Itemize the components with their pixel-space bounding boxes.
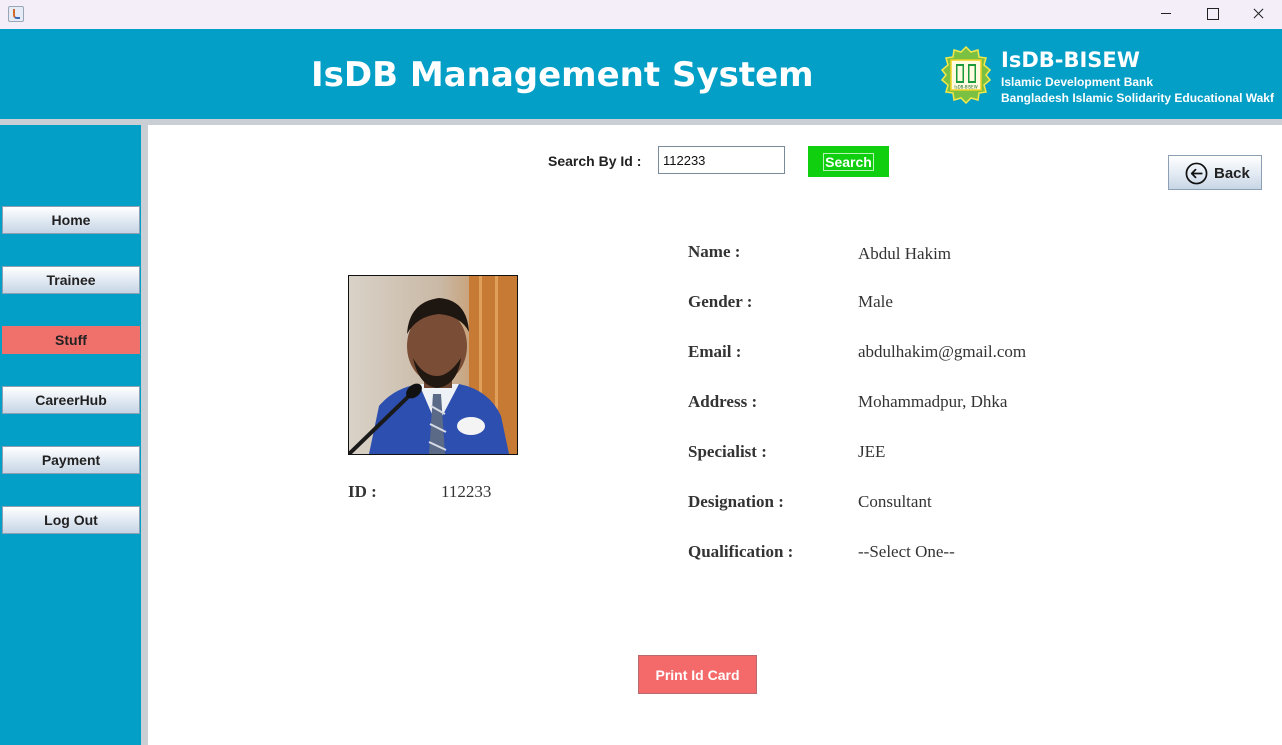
specialist-value: JEE: [858, 442, 886, 461]
sidebar-item-home[interactable]: Home: [2, 206, 140, 234]
close-icon[interactable]: [1235, 0, 1281, 29]
search-button[interactable]: Search: [808, 146, 889, 177]
sidebar-item-stuff[interactable]: Stuff: [2, 326, 140, 354]
minimize-icon[interactable]: [1142, 0, 1188, 29]
sidebar-item-logout[interactable]: Log Out: [2, 506, 140, 534]
email-label: Email :: [688, 342, 742, 361]
qualification-value: --Select One--: [858, 542, 955, 561]
app-title: IsDB Management System: [311, 55, 814, 95]
back-button[interactable]: Back: [1168, 155, 1262, 190]
search-button-label: Search: [823, 152, 874, 171]
print-id-card-button[interactable]: Print Id Card: [638, 655, 757, 694]
name-value: Abdul Hakim: [858, 244, 952, 263]
back-button-label: Back: [1214, 165, 1250, 182]
sidebar-item-careerhub[interactable]: CareerHub: [2, 386, 140, 414]
sidebar: Home Trainee Stuff CareerHub Payment Log…: [0, 125, 141, 745]
id-value: 112233: [441, 482, 492, 501]
sidebar-item-payment[interactable]: Payment: [2, 446, 140, 474]
brand-subtitle-2: Bangladesh Islamic Solidarity Educationa…: [1001, 91, 1274, 105]
sidebar-item-trainee[interactable]: Trainee: [2, 266, 140, 294]
sidebar-separator: [141, 125, 148, 745]
header-divider: [0, 119, 1282, 125]
id-label: ID :: [348, 482, 377, 501]
designation-label: Designation :: [688, 492, 784, 511]
address-label: Address :: [688, 392, 758, 411]
brand-subtitle: Islamic Development Bank: [1001, 75, 1154, 89]
designation-value: Consultant: [858, 492, 932, 511]
window-title-bar: [0, 0, 1282, 29]
svg-text:IsDB-BISEW: IsDB-BISEW: [954, 85, 977, 90]
specialist-label: Specialist :: [688, 442, 767, 461]
address-value: Mohammadpur, Dhka: [858, 392, 1008, 411]
qualification-label: Qualification :: [688, 542, 794, 561]
email-value: abdulhakim@gmail.com: [858, 342, 1027, 361]
brand-name: IsDB-BISEW: [1001, 48, 1140, 72]
search-id-input[interactable]: [658, 146, 785, 174]
maximize-icon[interactable]: [1189, 0, 1235, 29]
gender-value: Male: [858, 292, 893, 311]
isdb-logo: IsDB-BISEW: [941, 46, 991, 104]
staff-photo: [348, 275, 518, 455]
arrow-left-circle-icon: [1185, 162, 1208, 185]
search-label: Search By Id :: [548, 153, 642, 169]
gender-label: Gender :: [688, 292, 753, 311]
java-cup-icon: [8, 6, 24, 22]
app-header: IsDB Management System IsDB-BISEW IsDB-B…: [0, 29, 1282, 119]
name-label: Name :: [688, 242, 741, 261]
